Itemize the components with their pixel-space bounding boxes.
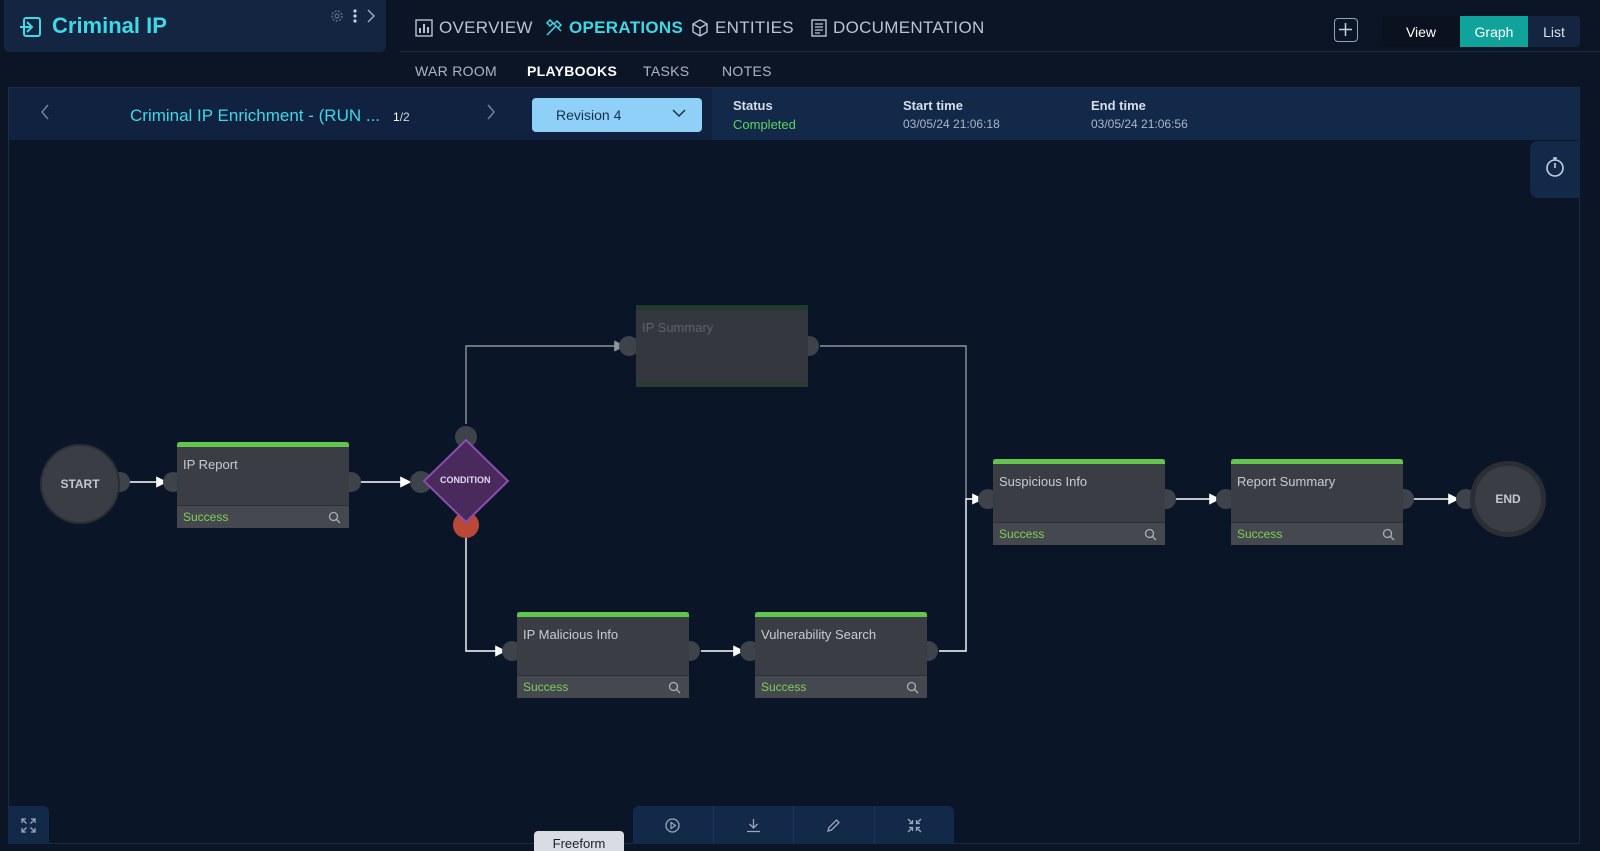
play-circle-icon	[665, 817, 680, 833]
task-title: Vulnerability Search	[761, 627, 877, 642]
task-vulnerability-search[interactable]: Vulnerability Search Success	[755, 612, 927, 698]
task-footer: Success	[1231, 522, 1403, 545]
run-button[interactable]	[633, 806, 714, 844]
playbook-graph	[110, 336, 1476, 661]
task-status: Success	[523, 680, 569, 694]
end-label: END	[1495, 492, 1521, 506]
task-footer: Success	[177, 505, 349, 528]
expand-icon	[21, 818, 36, 833]
task-status: Success	[761, 680, 807, 694]
task-title: IP Summary	[642, 320, 714, 335]
end-node[interactable]: END	[1470, 461, 1546, 537]
edit-button[interactable]	[794, 806, 875, 844]
start-label: START	[60, 477, 100, 491]
task-title: Suspicious Info	[999, 474, 1088, 489]
condition-label: CONDITION	[440, 475, 491, 485]
search-icon[interactable]	[1144, 528, 1157, 541]
fullscreen-button[interactable]	[8, 806, 49, 844]
task-ip-summary[interactable]: IP Summary	[636, 305, 808, 387]
collapse-icon	[907, 818, 922, 832]
search-icon[interactable]	[328, 511, 341, 524]
edge-ip-summary-suspicious	[820, 345, 967, 499]
search-icon[interactable]	[1382, 528, 1395, 541]
search-icon[interactable]	[906, 681, 919, 694]
pencil-icon	[827, 818, 841, 832]
start-node[interactable]: START	[40, 444, 120, 524]
task-footer: Success	[517, 675, 689, 698]
task-status: Success	[1237, 527, 1283, 541]
task-title: IP Report	[183, 457, 238, 472]
task-title: IP Malicious Info	[523, 627, 619, 642]
task-ip-malicious-info[interactable]: IP Malicious Info Success	[517, 612, 689, 698]
task-status: Success	[999, 527, 1045, 541]
task-footer: Success	[993, 522, 1165, 545]
task-footer	[636, 382, 808, 387]
graph-toolbar	[633, 806, 954, 844]
search-icon[interactable]	[668, 681, 681, 694]
task-ip-report[interactable]: IP Report Success	[177, 442, 349, 528]
edge-condition-ip-malicious	[465, 537, 507, 657]
task-title: Report Summary	[1237, 474, 1336, 489]
task-suspicious-info[interactable]: Suspicious Info Success	[993, 459, 1165, 545]
download-icon	[746, 818, 760, 832]
download-button[interactable]	[714, 806, 794, 844]
freeform-tab[interactable]: Freeform	[534, 831, 624, 851]
edge-condition-ip-summary	[465, 340, 626, 424]
collapse-button[interactable]	[875, 806, 955, 844]
task-status: Success	[183, 510, 229, 524]
edge-vulnerability-suspicious	[939, 493, 984, 652]
task-footer: Success	[755, 675, 927, 698]
task-report-summary[interactable]: Report Summary Success	[1231, 459, 1403, 545]
